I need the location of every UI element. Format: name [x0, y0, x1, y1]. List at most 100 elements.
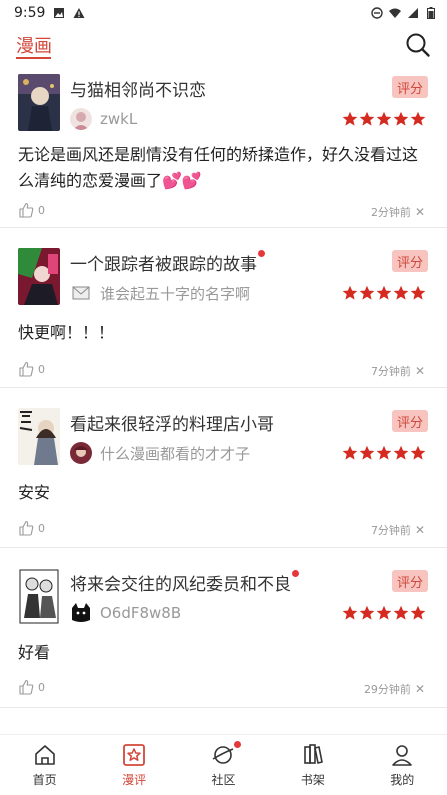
review-content[interactable]: 无论是画风还是剧情没有任何的矫揉造作，好久没看过这么清纯的恋爱漫画了💕💕 — [18, 142, 433, 194]
rating-stars — [342, 285, 426, 301]
review-item[interactable]: 与猫相邻尚不识恋 评分 zwkL 无论是画风还是剧情没有任何的矫揉造作，好久没看… — [0, 68, 447, 228]
wifi-icon — [389, 8, 401, 18]
like-button[interactable]: 0 — [18, 361, 45, 377]
star-icon — [359, 445, 375, 460]
tab-label: 漫评 — [122, 773, 147, 787]
rating-stars — [342, 605, 426, 621]
thumbs-up-icon — [19, 202, 34, 218]
reviewer-name: 什么漫画都看的才才子 — [100, 444, 251, 463]
battery-icon — [427, 7, 435, 19]
close-icon[interactable]: ✕ — [415, 364, 425, 378]
tab-manga[interactable]: 漫画 — [16, 32, 52, 58]
reviewer-row[interactable]: 谁会起五十字的名字啊 — [70, 280, 250, 306]
app-bar: 漫画 — [0, 28, 447, 64]
like-count: 0 — [38, 362, 45, 376]
review-time-row: 2分钟前 ✕ — [371, 204, 425, 220]
reviewer-name: 谁会起五十字的名字啊 — [100, 284, 251, 303]
manga-cover[interactable] — [18, 408, 60, 465]
new-dot — [292, 570, 299, 577]
star-icon — [376, 605, 392, 620]
tab-bookshelf[interactable]: 书架 — [283, 735, 343, 788]
rate-button[interactable]: 评分 — [392, 250, 428, 272]
avatar[interactable] — [70, 108, 92, 130]
rate-button[interactable]: 评分 — [392, 570, 428, 592]
close-icon[interactable]: ✕ — [415, 523, 425, 537]
tab-review[interactable]: 漫评 — [104, 735, 164, 788]
star-icon — [393, 445, 409, 460]
manga-cover[interactable] — [18, 248, 60, 305]
tab-label: 书架 — [300, 773, 325, 787]
reviewer-name: O6dF8w8B — [100, 604, 182, 622]
avatar[interactable] — [70, 602, 92, 624]
rate-button[interactable]: 评分 — [392, 76, 428, 98]
home-icon — [34, 745, 55, 765]
tab-profile[interactable]: 我的 — [372, 735, 432, 788]
avatar[interactable] — [70, 442, 92, 464]
star-icon — [342, 111, 358, 126]
review-item[interactable]: 将来会交往的风纪委员和不良 评分 O6dF8w8B 好看 0 29分钟前 ✕ — [0, 548, 447, 708]
like-button[interactable]: 0 — [18, 679, 45, 695]
warning-icon — [73, 8, 85, 18]
review-time: 29分钟前 — [363, 683, 411, 696]
review-time: 7分钟前 — [370, 524, 411, 537]
cell-signal-icon — [408, 8, 418, 18]
search-icon[interactable] — [405, 32, 431, 58]
tab-community[interactable]: 社区 — [193, 735, 253, 788]
status-time: 9:59 — [14, 5, 46, 21]
review-manga-title[interactable]: 与猫相邻尚不识恋 — [70, 76, 206, 101]
review-content[interactable]: 安安 — [18, 480, 433, 506]
star-icon — [359, 285, 375, 300]
star-icon — [359, 111, 375, 126]
rate-button[interactable]: 评分 — [392, 410, 428, 432]
star-icon — [376, 445, 392, 460]
star-icon — [393, 111, 409, 126]
review-time: 2分钟前 — [370, 206, 411, 219]
new-dot — [258, 250, 265, 257]
star-icon — [393, 605, 409, 620]
reviewer-row[interactable]: O6dF8w8B — [70, 600, 181, 626]
like-count: 0 — [38, 521, 45, 535]
thumbs-up-icon — [19, 520, 34, 536]
review-time-row: 29分钟前 ✕ — [364, 681, 425, 697]
star-icon — [410, 285, 426, 300]
star-icon — [342, 285, 358, 300]
review-time: 7分钟前 — [370, 365, 411, 378]
review-manga-title[interactable]: 一个跟踪者被跟踪的故事 — [70, 250, 265, 275]
tab-label: 我的 — [390, 773, 415, 787]
review-content[interactable]: 好看 — [18, 640, 433, 666]
star-icon — [342, 605, 358, 620]
star-review-icon — [123, 744, 145, 766]
reviewer-row[interactable]: 什么漫画都看的才才子 — [70, 440, 250, 466]
star-icon — [410, 445, 426, 460]
star-icon — [410, 111, 426, 126]
like-count: 0 — [38, 680, 45, 694]
review-manga-title[interactable]: 看起来很轻浮的料理店小哥 — [70, 410, 274, 435]
review-content[interactable]: 快更啊！！！ — [18, 320, 433, 346]
review-manga-title[interactable]: 将来会交往的风纪委员和不良 — [70, 570, 299, 595]
thumbs-up-icon — [19, 361, 34, 377]
status-bar: 9:59 — [0, 0, 447, 26]
rating-stars — [342, 111, 426, 127]
tab-home[interactable]: 首页 — [15, 735, 75, 788]
star-icon — [376, 111, 392, 126]
like-button[interactable]: 0 — [18, 202, 45, 218]
planet-icon — [213, 746, 234, 764]
photo-notification-icon — [54, 8, 65, 18]
manga-cover[interactable] — [18, 568, 60, 625]
reviewer-name: zwkL — [100, 110, 138, 128]
like-button[interactable]: 0 — [18, 520, 45, 536]
tab-label: 社区 — [211, 773, 236, 787]
bookshelf-icon — [304, 744, 323, 764]
thumbs-up-icon — [19, 679, 34, 695]
star-icon — [376, 285, 392, 300]
avatar[interactable] — [70, 282, 92, 304]
close-icon[interactable]: ✕ — [415, 205, 425, 219]
rating-stars — [342, 445, 426, 461]
review-item[interactable]: 一个跟踪者被跟踪的故事 评分 谁会起五十字的名字啊 快更啊！！！ 0 7分钟前 … — [0, 228, 447, 388]
review-item[interactable]: 看起来很轻浮的料理店小哥 评分 什么漫画都看的才才子 安安 0 7分钟前 ✕ — [0, 388, 447, 548]
close-icon[interactable]: ✕ — [415, 682, 425, 696]
like-count: 0 — [38, 203, 45, 217]
star-icon — [393, 285, 409, 300]
manga-cover[interactable] — [18, 74, 60, 131]
reviewer-row[interactable]: zwkL — [70, 106, 137, 132]
